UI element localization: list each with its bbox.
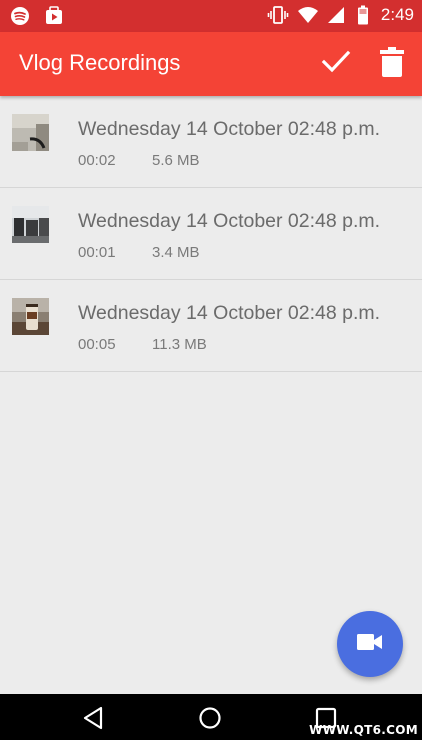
page-title: Vlog Recordings bbox=[19, 50, 181, 75]
recording-title: Wednesday 14 October 02:48 p.m. bbox=[78, 210, 381, 232]
video-thumbnail bbox=[12, 206, 49, 243]
recording-duration: 00:01 bbox=[78, 244, 116, 261]
list-item[interactable]: Wednesday 14 October 02:48 p.m. 00:05 11… bbox=[0, 280, 422, 372]
list-item[interactable]: Wednesday 14 October 02:48 p.m. 00:01 3.… bbox=[0, 188, 422, 280]
wifi-icon bbox=[297, 5, 318, 25]
signal-icon bbox=[327, 5, 347, 25]
battery-icon bbox=[357, 5, 369, 25]
back-icon[interactable] bbox=[80, 704, 108, 732]
status-bar: 2:49 bbox=[0, 0, 422, 32]
watermark: WWW.QT6.COM bbox=[309, 723, 418, 737]
recording-title: Wednesday 14 October 02:48 p.m. bbox=[78, 302, 381, 324]
spotify-icon bbox=[10, 6, 30, 26]
check-icon bbox=[321, 47, 351, 82]
home-icon[interactable] bbox=[196, 704, 224, 732]
confirm-button[interactable] bbox=[318, 46, 354, 82]
recording-title: Wednesday 14 October 02:48 p.m. bbox=[78, 118, 381, 140]
recordings-list: Wednesday 14 October 02:48 p.m. 00:02 5.… bbox=[0, 96, 422, 372]
recording-size: 5.6 MB bbox=[152, 152, 200, 169]
recording-size: 11.3 MB bbox=[152, 336, 207, 353]
recording-duration: 00:02 bbox=[78, 152, 116, 169]
youtube-icon bbox=[44, 6, 64, 26]
delete-button[interactable] bbox=[374, 46, 410, 82]
status-time: 2:49 bbox=[380, 5, 414, 24]
recording-size: 3.4 MB bbox=[152, 244, 200, 261]
record-video-button[interactable] bbox=[337, 611, 403, 677]
trash-icon bbox=[379, 46, 405, 83]
video-thumbnail bbox=[12, 298, 49, 335]
recording-duration: 00:05 bbox=[78, 336, 116, 353]
list-item[interactable]: Wednesday 14 October 02:48 p.m. 00:02 5.… bbox=[0, 96, 422, 188]
videocam-icon bbox=[357, 633, 383, 656]
vibrate-icon bbox=[267, 5, 289, 25]
app-bar: Vlog Recordings bbox=[0, 32, 422, 96]
video-thumbnail bbox=[12, 114, 49, 151]
navigation-bar: WWW.QT6.COM bbox=[0, 694, 422, 740]
